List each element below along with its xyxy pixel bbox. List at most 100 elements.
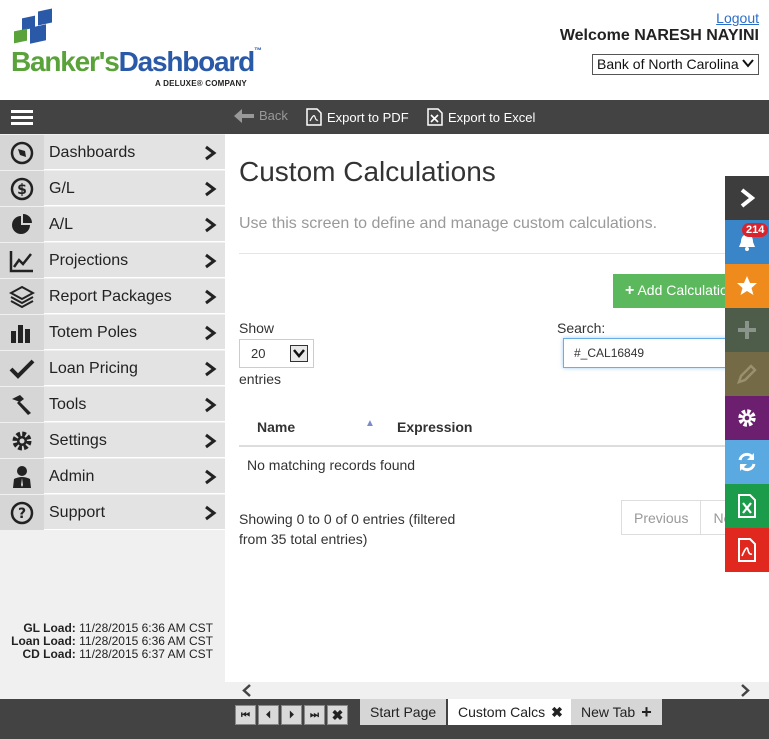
sidebar-item-settings[interactable]: Settings xyxy=(0,423,225,458)
table-header-divider xyxy=(239,445,725,447)
back-button[interactable]: Back xyxy=(234,108,288,123)
welcome-text: Welcome NARESH NAYINI xyxy=(559,27,759,44)
close-all-tabs-button[interactable]: ✖ xyxy=(327,705,348,725)
favorites-button[interactable] xyxy=(725,264,769,308)
next-tab-button[interactable]: ⏵ xyxy=(281,705,302,725)
search-input[interactable]: #_CAL16849 xyxy=(563,338,725,368)
bank-select-value: Bank of North Carolina xyxy=(597,56,739,72)
page-length-value: 20 xyxy=(251,346,266,361)
question-icon: ? xyxy=(0,495,44,530)
pager-previous-button[interactable]: Previous xyxy=(622,501,702,534)
add-calculation-button[interactable]: + Add Calculation xyxy=(613,274,725,308)
settings-button[interactable] xyxy=(725,396,769,440)
sort-ascending-icon: ▲ xyxy=(365,418,375,429)
column-header-expression[interactable]: Expression xyxy=(397,419,472,435)
logo-tagline: A DELUXE® COMPANY xyxy=(155,79,247,88)
sidebar-item-projections[interactable]: Projections xyxy=(0,243,225,278)
chevron-right-icon xyxy=(205,145,217,161)
bank-select[interactable]: Bank of North Carolina xyxy=(592,54,759,75)
chevron-right-icon xyxy=(740,188,756,208)
chevron-down-icon xyxy=(742,59,754,68)
chevron-right-icon xyxy=(205,181,217,197)
sidebar-item-label: Tools xyxy=(49,396,87,413)
sidebar-item-support[interactable]: ? Support xyxy=(0,495,225,530)
export-excel-label: Export to Excel xyxy=(448,109,536,125)
svg-text:$: $ xyxy=(17,182,27,198)
export-pdf-rail-button[interactable] xyxy=(725,528,769,572)
sidebar-item-tools[interactable]: Tools xyxy=(0,387,225,422)
hammer-icon xyxy=(0,387,44,422)
scroll-right-icon[interactable] xyxy=(739,684,751,697)
entries-label: entries xyxy=(239,371,282,387)
export-excel-button[interactable]: Export to Excel xyxy=(427,108,535,126)
sidebar-item-label: Settings xyxy=(49,432,107,449)
table-info: Showing 0 to 0 of 0 entries (filtered fr… xyxy=(239,511,456,547)
previous-tab-button[interactable]: ⏴ xyxy=(258,705,279,725)
sidebar-item-loan-pricing[interactable]: Loan Pricing xyxy=(0,351,225,386)
bar-chart-icon xyxy=(0,315,44,350)
loan-load-label: Loan Load: xyxy=(11,634,76,648)
chevron-right-icon xyxy=(205,469,217,485)
chevron-right-icon xyxy=(205,289,217,305)
tab-start-page[interactable]: Start Page xyxy=(360,699,447,725)
star-icon xyxy=(737,276,757,295)
first-tab-button[interactable]: ⏮ xyxy=(235,705,256,725)
edit-button[interactable] xyxy=(725,352,769,396)
pdf-file-icon xyxy=(738,538,756,562)
close-icon: ✖ xyxy=(331,706,344,723)
add-button[interactable] xyxy=(725,308,769,352)
gl-load-value: 11/28/2015 6:36 AM CST xyxy=(79,621,213,635)
horizontal-scrollbar[interactable] xyxy=(225,682,769,699)
sidebar-item-report-packages[interactable]: Report Packages xyxy=(0,279,225,314)
tab-new-tab[interactable]: New Tab + xyxy=(571,699,662,725)
sidebar-item-al[interactable]: A/L xyxy=(0,207,225,242)
step-back-icon: ⏴ xyxy=(266,709,271,721)
layers-icon xyxy=(0,279,44,314)
page-length-select[interactable]: 20 xyxy=(239,339,314,368)
column-header-name[interactable]: Name xyxy=(257,419,295,435)
dollar-icon: $ xyxy=(0,171,44,206)
logo-wordmark: Banker'sDashboard™ xyxy=(11,46,262,77)
logout-link[interactable]: Logout xyxy=(716,10,759,26)
sidebar-item-dashboards[interactable]: Dashboards xyxy=(0,135,225,170)
tab-label: Start Page xyxy=(370,704,437,720)
sidebar-item-label: Report Packages xyxy=(49,288,172,305)
user-icon xyxy=(0,459,44,494)
sidebar-item-admin[interactable]: Admin xyxy=(0,459,225,494)
sidebar-item-label: Loan Pricing xyxy=(49,360,138,377)
close-icon[interactable]: ✖ xyxy=(551,704,563,721)
last-tab-button[interactable]: ⏭ xyxy=(304,705,325,725)
chevron-right-icon xyxy=(205,505,217,521)
plus-icon: + xyxy=(641,702,652,722)
export-pdf-button[interactable]: Export to PDF xyxy=(306,108,409,126)
menu-icon[interactable] xyxy=(11,110,33,126)
sidebar-item-totem-poles[interactable]: Totem Poles xyxy=(0,315,225,350)
cd-load-label: CD Load: xyxy=(22,647,76,661)
notifications-button[interactable]: 214 xyxy=(725,220,769,264)
line-chart-icon xyxy=(0,243,44,278)
export-excel-rail-button[interactable] xyxy=(725,484,769,528)
tab-custom-calcs[interactable]: Custom Calcs ✖ xyxy=(448,699,573,725)
pager-next-button[interactable]: Next xyxy=(701,501,725,534)
sidebar-item-gl[interactable]: $ G/L xyxy=(0,171,225,206)
main-content: Custom Calculations Use this screen to d… xyxy=(225,134,725,682)
chevron-right-icon xyxy=(205,253,217,269)
skip-forward-icon: ⏭ xyxy=(310,709,319,721)
chevron-right-icon xyxy=(205,325,217,341)
back-label: Back xyxy=(259,108,288,123)
divider xyxy=(239,253,725,254)
export-pdf-label: Export to PDF xyxy=(327,109,409,125)
plus-icon: + xyxy=(625,282,635,299)
chevron-right-icon xyxy=(205,433,217,449)
rail-toggle-button[interactable] xyxy=(725,176,769,220)
chevron-right-icon xyxy=(205,361,217,377)
sidebar-item-label: Dashboards xyxy=(49,144,136,161)
add-calculation-label: Add Calculation xyxy=(637,282,725,298)
compass-icon xyxy=(0,135,44,170)
checkmark-icon xyxy=(0,351,44,386)
svg-text:?: ? xyxy=(18,506,26,522)
refresh-button[interactable] xyxy=(725,440,769,484)
skip-back-icon: ⏮ xyxy=(241,709,250,721)
scroll-left-icon[interactable] xyxy=(241,684,253,697)
refresh-icon xyxy=(738,452,756,472)
